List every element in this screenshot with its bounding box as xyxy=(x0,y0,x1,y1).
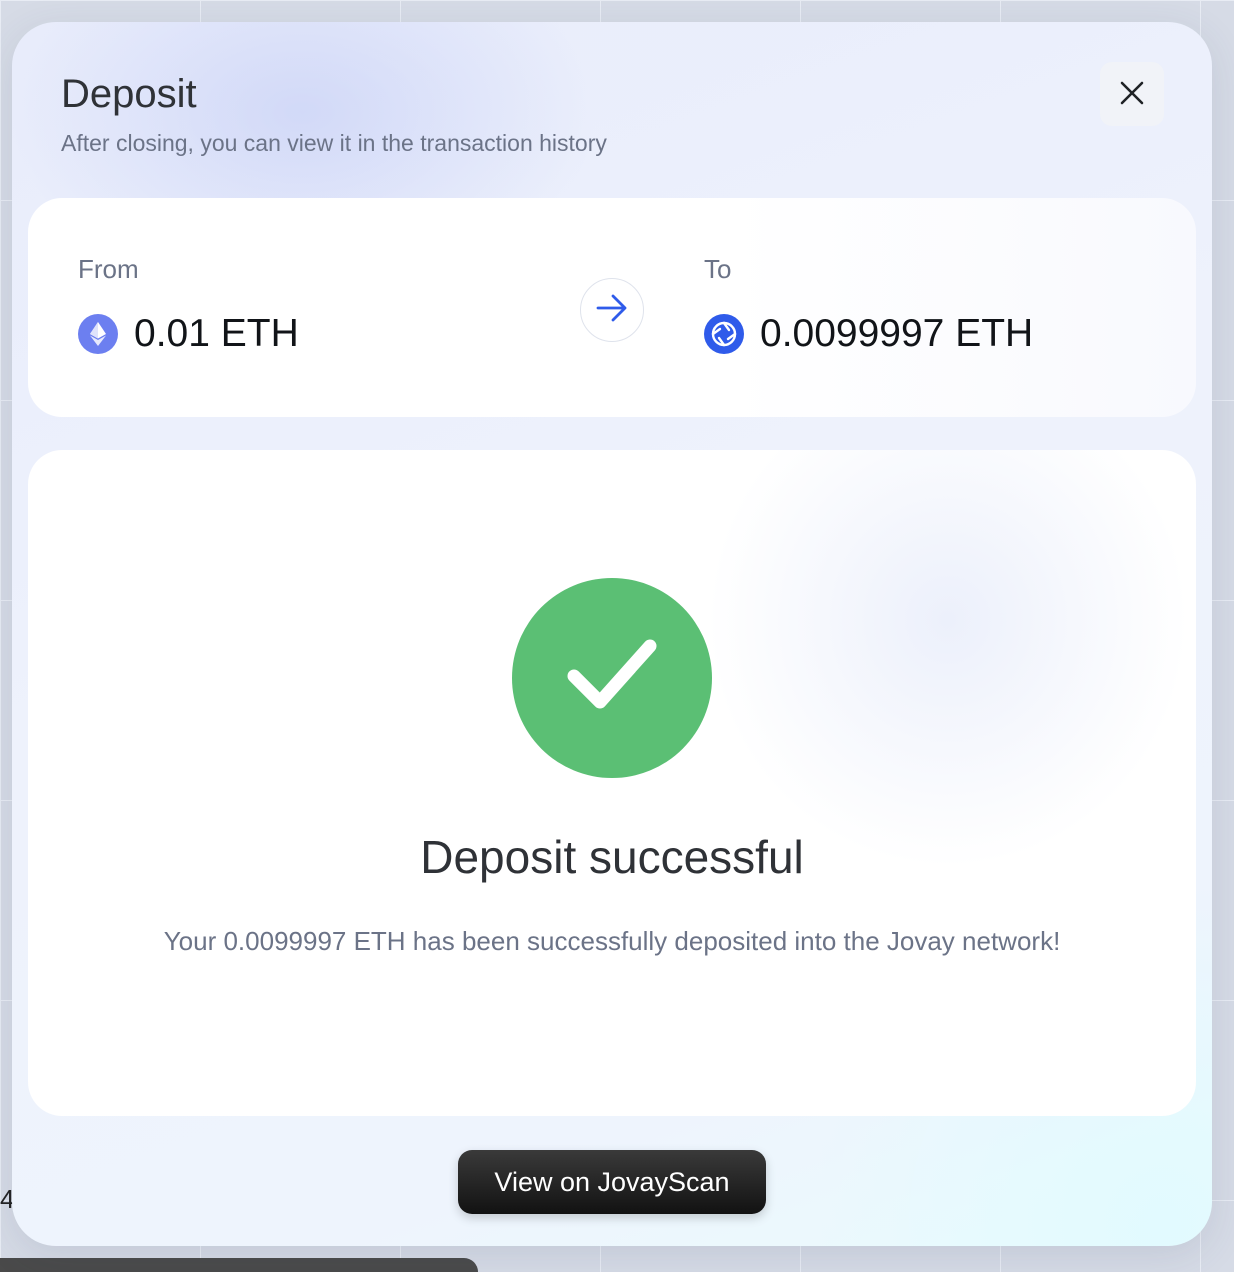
close-icon xyxy=(1119,80,1145,109)
from-label: From xyxy=(78,254,139,284)
arrow-right-icon xyxy=(595,293,629,328)
view-on-explorer-button[interactable]: View on JovayScan xyxy=(458,1150,766,1214)
from-amount: 0.01 ETH xyxy=(134,312,299,355)
transfer-summary-card: From 0.01 ETH To 0.0099997 ETH xyxy=(28,198,1196,417)
modal-subtitle: After closing, you can view it in the tr… xyxy=(61,130,607,156)
status-message: Your 0.0099997 ETH has been successfully… xyxy=(163,926,1061,956)
background-bottom-bar xyxy=(0,1258,478,1272)
from-amount-row: 0.01 ETH xyxy=(78,312,299,356)
close-button[interactable] xyxy=(1100,62,1164,126)
ethereum-icon xyxy=(78,314,118,354)
modal-title: Deposit xyxy=(61,72,197,116)
success-indicator xyxy=(512,578,712,778)
to-amount-row: 0.0099997 ETH xyxy=(704,312,1033,356)
transfer-arrow xyxy=(580,278,644,342)
to-amount: 0.0099997 ETH xyxy=(760,312,1034,355)
jovay-icon xyxy=(704,314,744,354)
to-label: To xyxy=(704,254,732,284)
status-title: Deposit successful xyxy=(420,831,804,883)
check-icon xyxy=(564,636,660,721)
deposit-modal: Deposit After closing, you can view it i… xyxy=(12,22,1212,1246)
status-card: Deposit successful Your 0.0099997 ETH ha… xyxy=(28,450,1196,1116)
